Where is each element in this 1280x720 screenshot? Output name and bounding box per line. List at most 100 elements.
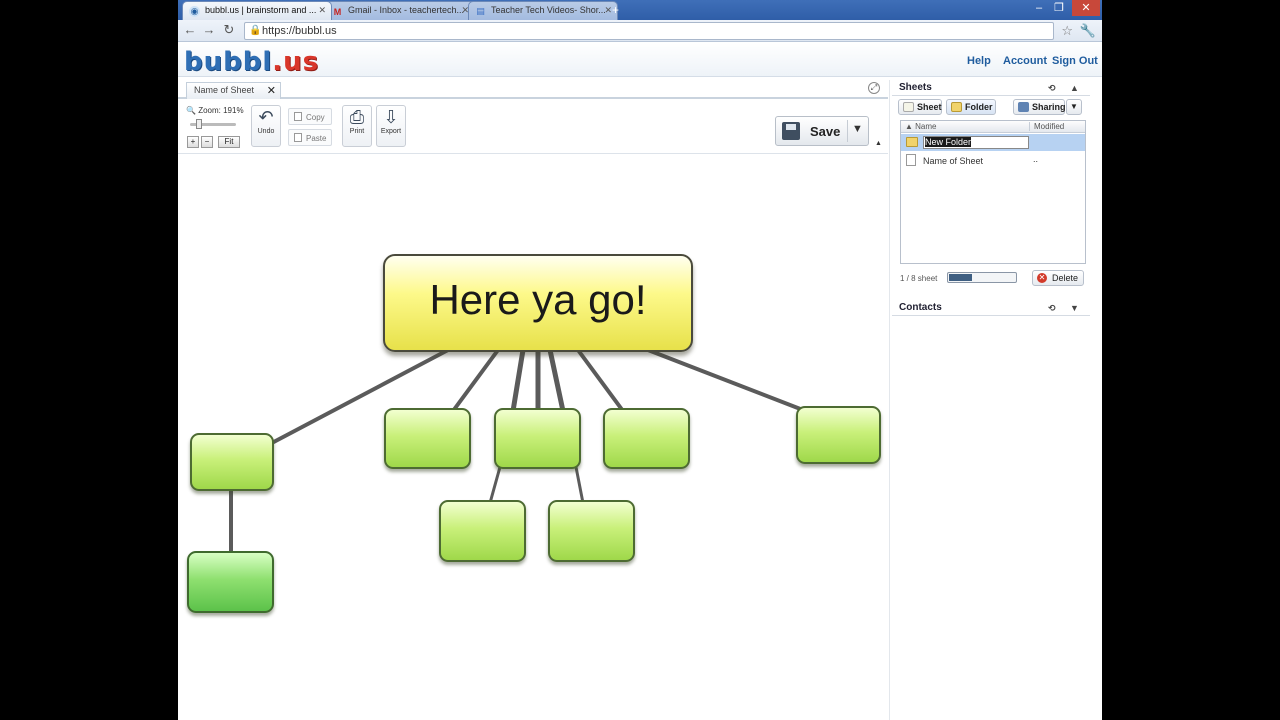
zoom-slider-handle[interactable] — [196, 119, 202, 129]
paste-button[interactable]: Paste — [288, 129, 332, 146]
sort-name-column[interactable]: ▲ Name — [905, 122, 936, 131]
browser-toolbar: ← → ↻ 🔒 https://bubbl.us ☆ 🔧 — [178, 20, 1102, 42]
storage-usage-fill — [949, 274, 972, 281]
folder-icon — [906, 137, 918, 147]
child-bubble[interactable] — [190, 433, 274, 491]
browser-tab-bubbl[interactable]: ◉ bubbl.us | brainstorm and ... ✕ — [182, 1, 332, 20]
browser-tab-title: Gmail - Inbox - teachertech... — [348, 5, 465, 15]
browser-window: ◉ bubbl.us | brainstorm and ... ✕ M Gmai… — [178, 0, 1102, 720]
close-tab-icon[interactable]: ✕ — [604, 5, 612, 16]
folder-name-input[interactable]: New Folder — [923, 136, 1029, 149]
magnifier-icon: 🔍 — [186, 106, 196, 115]
browser-tab-videos[interactable]: ▤ Teacher Tech Videos- Shor... ✕ — [468, 1, 618, 20]
new-sheet-button[interactable]: Sheet — [898, 99, 942, 115]
expand-down-icon[interactable]: ▼ — [1070, 303, 1079, 313]
export-icon: ⇩ — [383, 107, 399, 127]
close-sheet-icon[interactable]: ✕ — [267, 84, 276, 97]
new-tab-button[interactable]: + — [612, 3, 619, 17]
undo-button[interactable]: ↶ Undo — [251, 105, 281, 147]
delete-x-icon: ✕ — [1037, 273, 1047, 283]
panel-divider — [889, 80, 890, 720]
root-bubble[interactable]: Here ya go! — [383, 254, 693, 352]
sheet-icon — [906, 154, 916, 166]
connector-line — [576, 348, 625, 413]
zoom-out-button[interactable]: − — [201, 136, 213, 148]
sheet-file-list: ▲ Name Modified New Folder Name of Sheet… — [900, 120, 1086, 264]
zoom-value: 191% — [223, 106, 244, 115]
sheet-name: Name of Sheet — [923, 156, 984, 166]
sheet-modified: .. — [1033, 154, 1039, 164]
close-window-icon[interactable]: ✕ — [1072, 0, 1100, 16]
close-tab-icon[interactable]: ✕ — [318, 5, 326, 16]
browser-tab-gmail[interactable]: M Gmail - Inbox - teachertech... ✕ — [325, 1, 475, 20]
url-text: https://bubbl.us — [262, 25, 337, 37]
refresh-icon[interactable]: ⟲ — [1048, 303, 1056, 314]
connector-line — [510, 347, 526, 414]
browser-tab-title: bubbl.us | brainstorm and ... — [205, 5, 317, 15]
address-bar[interactable]: 🔒 https://bubbl.us ☆ — [244, 22, 1073, 40]
floppy-disk-icon — [782, 122, 800, 140]
browser-tab-title: Teacher Tech Videos- Shor... — [491, 5, 606, 15]
bookmark-star-icon[interactable]: ☆ — [1061, 23, 1073, 39]
contacts-panel-header: Contacts ⟲ ▼ — [892, 300, 1090, 316]
folder-icon — [951, 102, 962, 112]
connector-line — [547, 347, 566, 414]
reload-icon[interactable]: ↻ — [222, 23, 236, 37]
fit-button[interactable]: Fit — [218, 136, 240, 148]
save-options-dropdown-icon[interactable]: ▼ — [852, 123, 863, 135]
minimize-icon[interactable]: – — [1028, 0, 1050, 16]
child-bubble[interactable] — [187, 551, 274, 613]
bubbl-favicon-icon: ◉ — [189, 6, 200, 17]
delete-button[interactable]: ✕ Delete — [1032, 270, 1084, 286]
save-button[interactable]: Save ▼ — [775, 116, 869, 146]
connector-line — [488, 465, 502, 505]
list-item-folder[interactable]: New Folder — [901, 134, 1085, 151]
connector-line — [451, 348, 500, 413]
app-header: bubbl.us Help Account Sign Out — [178, 43, 1102, 77]
sheet-tab[interactable]: Name of Sheet ✕ — [186, 82, 281, 99]
sharing-dropdown-icon[interactable]: ▼ — [1066, 99, 1082, 115]
connector-line — [574, 465, 585, 505]
sheets-panel-header: Sheets ⟲ ▲ — [892, 80, 1090, 96]
wrench-icon[interactable]: 🔧 — [1080, 23, 1096, 39]
printer-icon: ⎙ — [349, 107, 365, 127]
sharing-button[interactable]: Sharing — [1013, 99, 1066, 115]
zoom-in-button[interactable]: + — [187, 136, 199, 148]
editor-toolbar: 🔍 Zoom: 191% + − Fit ↶ Undo Copy Paste ⎙… — [178, 100, 888, 154]
bubbl-logo: bubbl.us — [184, 47, 320, 77]
docs-icon: ▤ — [476, 6, 485, 16]
collapse-up-icon[interactable]: ▲ — [1070, 83, 1079, 93]
undo-icon: ↶ — [258, 107, 274, 127]
account-link[interactable]: Account — [1003, 55, 1047, 67]
list-item-sheet[interactable]: Name of Sheet .. — [901, 152, 1085, 169]
sheet-count: 1 / 8 sheet — [900, 274, 938, 283]
child-bubble[interactable] — [796, 406, 881, 464]
sort-modified-column[interactable]: Modified — [1029, 122, 1064, 131]
sign-out-link[interactable]: Sign Out — [1052, 55, 1098, 67]
child-bubble[interactable] — [384, 408, 471, 469]
sheet-icon — [903, 102, 914, 112]
copy-button[interactable]: Copy — [288, 108, 332, 125]
copy-icon — [294, 112, 302, 121]
child-bubble[interactable] — [603, 408, 690, 469]
child-bubble[interactable] — [494, 408, 581, 469]
help-link[interactable]: Help — [967, 55, 991, 67]
print-button[interactable]: ⎙ Print — [342, 105, 372, 147]
child-bubble[interactable] — [439, 500, 526, 562]
restore-icon[interactable]: ❐ — [1048, 0, 1070, 16]
refresh-icon[interactable]: ⟲ — [1048, 83, 1056, 94]
collapse-icon[interactable]: ⤢ — [868, 82, 880, 94]
sheet-tab-bar: Name of Sheet ✕ — [178, 80, 888, 99]
mindmap-canvas[interactable]: Here ya go! — [178, 155, 890, 720]
child-bubble[interactable] — [548, 500, 635, 562]
forward-icon[interactable]: → — [202, 23, 216, 37]
right-panel: Sheets ⟲ ▲ Sheet Folder Sharing ▼ ▲ Name… — [892, 80, 1102, 720]
file-list-header: ▲ Name Modified — [901, 121, 1085, 133]
new-folder-button[interactable]: Folder — [946, 99, 996, 115]
back-icon[interactable]: ← — [183, 23, 197, 37]
connector-line — [646, 348, 805, 412]
sheet-tab-label: Name of Sheet — [194, 85, 255, 95]
toolbar-collapse-icon[interactable]: ▲ — [875, 140, 882, 147]
export-button[interactable]: ⇩ Export — [376, 105, 406, 147]
browser-tab-strip: ◉ bubbl.us | brainstorm and ... ✕ M Gmai… — [178, 0, 1102, 20]
